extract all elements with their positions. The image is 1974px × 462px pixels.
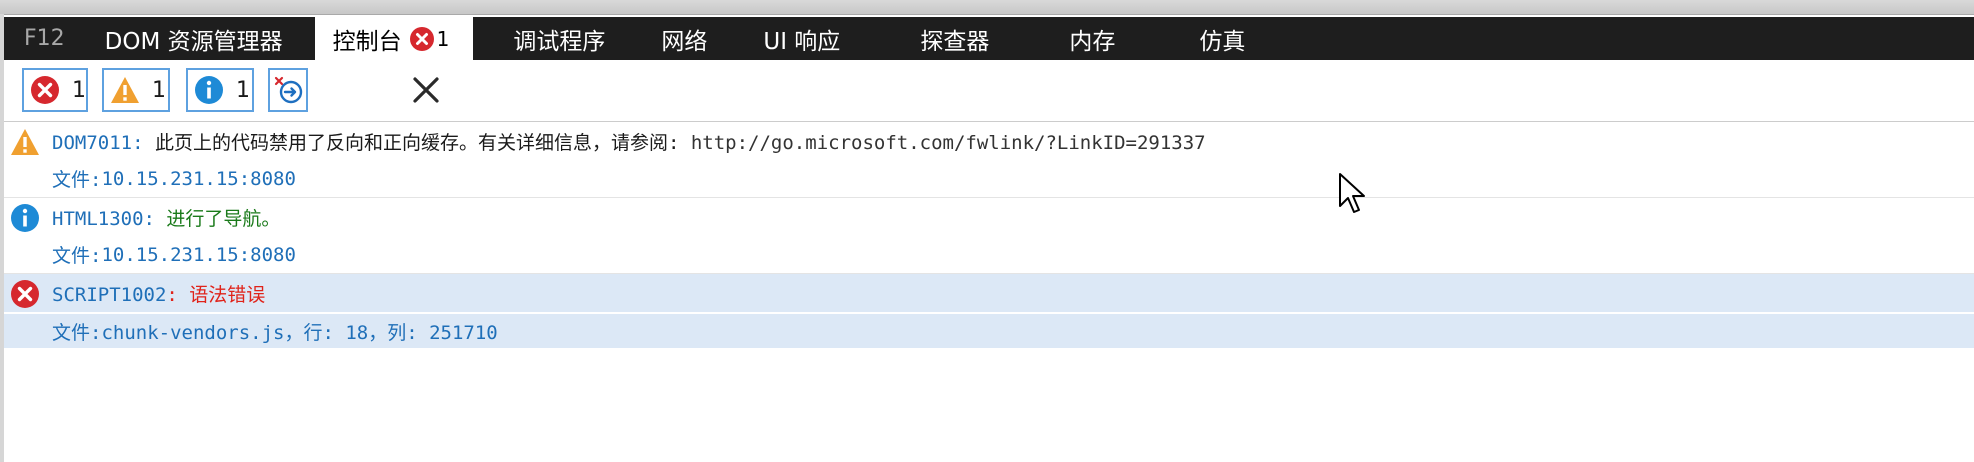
message-separator: : bbox=[166, 283, 190, 306]
message-content: HTML1300: 进行了导航。 bbox=[4, 204, 280, 231]
console-message-warning[interactable]: DOM7011: 此页上的代码禁用了反向和正向缓存。有关详细信息，请参阅: ht… bbox=[4, 122, 1974, 160]
close-icon bbox=[413, 77, 439, 103]
console-output: DOM7011: 此页上的代码禁用了反向和正向缓存。有关详细信息，请参阅: ht… bbox=[4, 122, 1974, 348]
message-content: SCRIPT1002: 语法错误 bbox=[4, 280, 265, 307]
info-count: 1 bbox=[236, 77, 250, 103]
message-code: SCRIPT1002 bbox=[52, 283, 167, 306]
f12-devtools-window: F12 DOM 资源管理器 控制台 1 调试程序 网络 UI 响应 探查器 内存… bbox=[0, 0, 1974, 462]
error-icon bbox=[11, 280, 39, 308]
tab-memory[interactable]: 内存 bbox=[1017, 17, 1143, 60]
tab-console-error-count: 1 bbox=[436, 26, 450, 51]
info-icon bbox=[195, 76, 223, 104]
console-message-error[interactable]: SCRIPT1002: 语法错误 bbox=[4, 274, 1974, 312]
error-icon bbox=[409, 26, 434, 51]
message-text: 此页上的代码禁用了反向和正向缓存。有关详细信息，请参阅: bbox=[154, 131, 691, 154]
error-icon bbox=[31, 76, 59, 104]
file-label: 文件: bbox=[52, 321, 102, 344]
message-separator: : bbox=[132, 131, 155, 154]
tab-ui-responsiveness[interactable]: UI 响应 bbox=[735, 17, 868, 60]
file-label: 文件: bbox=[52, 169, 102, 191]
clear-on-navigate-button[interactable] bbox=[268, 68, 308, 112]
message-code: DOM7011 bbox=[52, 131, 133, 154]
console-message-source[interactable]: 文件: 10.15.231.15:8080 bbox=[4, 236, 1974, 274]
message-link[interactable]: http://go.microsoft.com/fwlink/?LinkID=2… bbox=[691, 132, 1206, 154]
tab-f12[interactable]: F12 bbox=[4, 17, 83, 60]
warning-icon bbox=[11, 129, 39, 155]
message-text: 语法错误 bbox=[189, 283, 266, 306]
window-top-edge bbox=[0, 0, 1974, 15]
tab-debugger[interactable]: 调试程序 bbox=[473, 17, 633, 60]
info-filter-button[interactable]: 1 bbox=[186, 68, 254, 112]
tab-network[interactable]: 网络 bbox=[633, 17, 735, 60]
file-link[interactable]: 10.15.231.15:8080 bbox=[101, 244, 295, 266]
console-message-source[interactable]: 文件: 10.15.231.15:8080 bbox=[4, 160, 1974, 198]
message-code: HTML1300 bbox=[52, 207, 144, 230]
console-message-source[interactable]: 文件: chunk-vendors.js，行: 18，列: 251710 bbox=[4, 314, 1974, 348]
console-message-info[interactable]: HTML1300: 进行了导航。 bbox=[4, 198, 1974, 236]
file-link[interactable]: 10.15.231.15:8080 bbox=[101, 168, 295, 190]
warning-icon bbox=[111, 77, 139, 103]
info-icon bbox=[11, 204, 39, 232]
message-content: DOM7011: 此页上的代码禁用了反向和正向缓存。有关详细信息，请参阅: ht… bbox=[4, 128, 1206, 155]
file-link[interactable]: chunk-vendors.js，行: 18，列: 251710 bbox=[101, 318, 497, 345]
tab-console-label: 控制台 bbox=[332, 28, 402, 55]
console-toolbar: 1 1 1 bbox=[4, 60, 1974, 122]
message-text: 进行了导航。 bbox=[166, 207, 281, 230]
tab-profiler[interactable]: 探查器 bbox=[868, 17, 1017, 60]
clear-console-button[interactable] bbox=[406, 70, 446, 110]
mouse-cursor-icon bbox=[1339, 173, 1365, 213]
tab-dom-explorer[interactable]: DOM 资源管理器 bbox=[83, 17, 311, 60]
errors-filter-button[interactable]: 1 bbox=[22, 68, 88, 112]
warnings-count: 1 bbox=[152, 77, 166, 103]
message-separator: : bbox=[143, 207, 167, 230]
tab-emulation[interactable]: 仿真 bbox=[1143, 17, 1273, 60]
tab-console[interactable]: 控制台 1 bbox=[314, 17, 474, 60]
file-label: 文件: bbox=[52, 245, 102, 267]
clear-on-navigate-icon bbox=[274, 76, 303, 104]
warnings-filter-button[interactable]: 1 bbox=[102, 68, 170, 112]
devtools-tabbar: F12 DOM 资源管理器 控制台 1 调试程序 网络 UI 响应 探查器 内存… bbox=[4, 17, 1974, 60]
errors-count: 1 bbox=[72, 77, 86, 103]
